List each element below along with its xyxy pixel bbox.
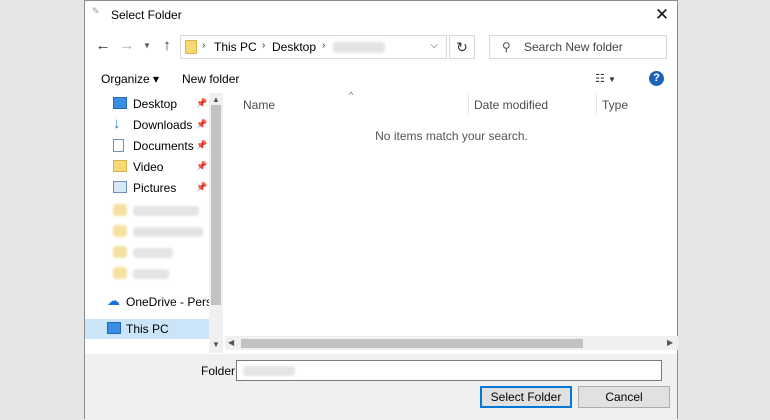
sidebar-item-this-pc[interactable]: This PC [85,319,209,339]
redacted-value [243,366,295,376]
sidebar-item-pictures[interactable]: Pictures 📌 [85,178,209,198]
sidebar-item-redacted[interactable] [85,264,209,284]
window-title: Select Folder [111,8,182,22]
sidebar-item-video[interactable]: Video 📌 [85,157,209,177]
scroll-left-icon[interactable]: ◀ [228,336,234,350]
pin-icon[interactable]: 📌 [196,119,207,130]
chevron-down-icon[interactable]: ⌵ [430,40,438,51]
computer-icon [107,322,121,334]
redacted-label [133,206,199,216]
redacted-label [133,248,173,258]
view-options-button[interactable]: ☷ ▼ [595,72,616,85]
empty-message: No items match your search. [375,129,528,143]
sidebar-item-label: Downloads [133,118,193,132]
help-icon: ? [653,72,660,84]
breadcrumb-redacted [333,42,385,53]
sidebar-scrollbar[interactable]: ▲ ▼ [209,93,223,353]
folder-icon [113,225,127,237]
scroll-down-icon[interactable]: ▼ [209,340,223,349]
select-folder-button[interactable]: Select Folder [480,386,572,408]
folder-icon [113,160,127,172]
column-header-date-modified[interactable]: Date modified [474,98,548,120]
navigation-bar: ← → ▼ ↑ › This PC › Desktop › ⌵ ↻ ⚲ [85,32,677,62]
cancel-button[interactable]: Cancel [578,386,670,408]
column-header-type[interactable]: Type [602,98,628,120]
scrollbar-thumb[interactable] [241,339,583,348]
app-icon: ✎ [92,6,100,16]
chevron-right-icon: › [262,40,266,51]
sidebar-item-label: This PC [126,322,169,336]
footer: Folder: Select Folder Cancel [85,354,677,420]
recent-locations-button[interactable]: ▼ [141,34,153,58]
redacted-label [133,269,169,279]
refresh-icon: ↻ [456,39,468,55]
address-bar[interactable]: › This PC › Desktop › ⌵ [180,35,447,59]
sidebar-item-redacted[interactable] [85,243,209,263]
pin-icon[interactable]: 📌 [196,98,207,109]
new-folder-button[interactable]: New folder [182,72,239,86]
folder-icon [185,40,197,54]
breadcrumb-desktop[interactable]: Desktop [272,40,316,54]
help-button[interactable]: ? [649,71,664,86]
column-divider[interactable] [596,93,597,115]
forward-button[interactable]: → [117,34,137,58]
folder-label: Folder: [201,364,239,378]
sidebar-item-label: Pictures [133,181,177,195]
sidebar-item-onedrive[interactable]: ☁ OneDrive - Persor [85,292,223,312]
folder-field[interactable] [236,360,662,381]
scrollbar-thumb[interactable] [211,105,221,305]
sidebar-item-redacted[interactable] [85,201,209,221]
sidebar-item-label: Video [133,160,164,174]
arrow-right-icon: → [119,37,135,54]
sidebar-item-downloads[interactable]: ↓ Downloads 📌 [85,115,209,135]
desktop-icon [113,97,127,109]
file-list: ^ Name Date modified Type No items match… [225,90,678,353]
folder-icon [113,204,127,216]
documents-icon [113,139,124,152]
close-icon: ✕ [654,5,670,24]
breadcrumb-this-pc[interactable]: This PC [214,40,257,54]
search-box: ⚲ [489,35,667,59]
download-icon: ↓ [113,115,121,132]
chevron-down-icon: ▼ [143,41,151,50]
redacted-label [133,227,203,237]
refresh-button[interactable]: ↻ [449,35,475,59]
sidebar-item-label: Desktop [133,97,178,111]
cloud-icon: ☁ [107,293,120,308]
column-header-name[interactable]: Name [243,98,275,120]
chevron-down-icon: ▼ [607,75,616,84]
sidebar-item-documents[interactable]: Documents 📌 [85,136,209,156]
arrow-left-icon: ← [95,37,111,54]
sidebar-item-redacted[interactable] [85,222,209,242]
horizontal-scrollbar[interactable]: ◀ ▶ [225,336,678,350]
sidebar-item-desktop[interactable]: Desktop 📌 [85,94,209,114]
scroll-right-icon[interactable]: ▶ [667,336,673,350]
back-button[interactable]: ← [93,34,113,58]
command-bar: Organize ▾ New folder ☷ ▼ ? [85,64,677,92]
navigation-pane: Desktop 📌 ↓ Downloads 📌 Documents 📌 Vide… [85,93,224,353]
sidebar-item-label: Documents [133,139,194,153]
pin-icon[interactable]: 📌 [196,161,207,172]
sort-ascending-icon: ^ [349,90,354,100]
chevron-right-icon: › [322,40,326,51]
details-view-icon: ☷ [595,73,605,85]
column-divider[interactable] [468,93,469,115]
up-button[interactable]: ↑ [157,34,177,58]
close-button[interactable]: ✕ [647,1,677,29]
folder-icon [113,267,127,279]
chevron-right-icon: › [202,40,206,51]
pin-icon[interactable]: 📌 [196,182,207,193]
title-bar: ✎ Select Folder ✕ [85,1,677,31]
folder-icon [113,246,127,258]
search-icon: ⚲ [502,40,511,54]
pin-icon[interactable]: 📌 [196,140,207,151]
arrow-up-icon: ↑ [163,37,171,54]
scroll-up-icon[interactable]: ▲ [209,95,223,104]
search-input[interactable] [524,39,662,55]
organize-menu[interactable]: Organize ▾ [101,72,159,86]
pictures-icon [113,181,127,193]
select-folder-dialog: ✎ Select Folder ✕ ← → ▼ ↑ › This PC › De… [84,0,678,420]
